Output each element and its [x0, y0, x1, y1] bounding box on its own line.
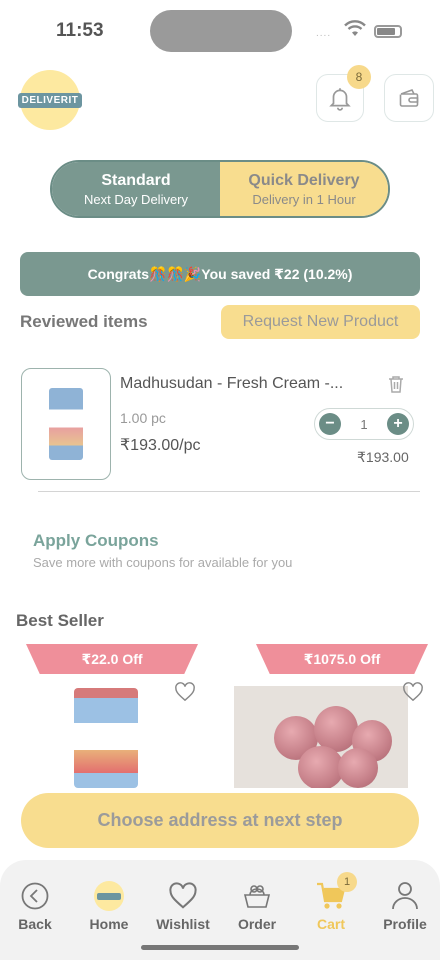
- cart-item-image[interactable]: [21, 368, 111, 480]
- product-card[interactable]: ₹22.0 Off: [6, 642, 210, 788]
- decrease-quantity-button[interactable]: −: [319, 413, 341, 435]
- status-time: 11:53: [56, 20, 104, 41]
- signal-icon: ....: [316, 28, 332, 39]
- nav-wishlist[interactable]: Wishlist: [148, 880, 218, 932]
- divider: [38, 491, 420, 492]
- home-logo-icon: [94, 881, 124, 911]
- request-new-product-button[interactable]: Request New Product: [221, 305, 420, 339]
- nav-cart[interactable]: 1 Cart: [296, 872, 366, 932]
- back-arrow-icon: [21, 882, 49, 910]
- discount-tag: ₹1075.0 Off: [256, 644, 428, 674]
- standard-delivery-option[interactable]: Standard Next Day Delivery: [52, 162, 220, 216]
- discount-tag: ₹22.0 Off: [26, 644, 198, 674]
- cart-item-name[interactable]: Madhusudan - Fresh Cream -...: [120, 375, 343, 393]
- savings-banner: Congrats🎊🎊🎉You saved ₹22 (10.2%): [20, 252, 420, 296]
- home-indicator: [141, 945, 299, 950]
- quick-delivery-title: Quick Delivery: [248, 171, 360, 189]
- cart-count-badge: 1: [337, 872, 357, 892]
- cart-item-total: ₹193.00: [357, 449, 409, 465]
- app-logo[interactable]: DELIVERIT: [17, 70, 83, 130]
- bell-icon: [329, 88, 351, 111]
- heart-icon: [169, 882, 197, 909]
- nav-back-label: Back: [18, 916, 52, 932]
- person-icon: [392, 882, 418, 910]
- apply-coupons-link[interactable]: Apply Coupons: [33, 531, 159, 551]
- battery-icon: [374, 25, 402, 38]
- wallet-button[interactable]: [384, 74, 434, 122]
- cart-item-unit-price: ₹193.00/pc: [120, 437, 201, 454]
- nav-cart-label: Cart: [316, 916, 345, 932]
- reviewed-items-title: Reviewed items: [20, 312, 148, 331]
- nav-profile[interactable]: Profile: [370, 880, 440, 932]
- wifi-icon: [344, 20, 366, 36]
- quantity-stepper: − 1 +: [314, 408, 414, 440]
- wishlist-heart-icon[interactable]: [402, 682, 424, 702]
- cart-item-unit-quantity: 1.00 pc: [120, 410, 166, 426]
- choose-address-button[interactable]: Choose address at next step: [21, 793, 419, 848]
- standard-delivery-subtitle: Next Day Delivery: [83, 191, 189, 207]
- quick-delivery-subtitle: Delivery in 1 Hour: [252, 191, 356, 207]
- delete-icon[interactable]: [387, 374, 405, 394]
- increase-quantity-button[interactable]: +: [386, 413, 409, 435]
- notification-badge: 8: [347, 65, 371, 89]
- nav-home-label: Home: [89, 916, 129, 932]
- nav-home[interactable]: Home: [74, 880, 144, 932]
- status-bar: 11:53 ....: [0, 0, 440, 64]
- fresh-cream-pack-image: [49, 388, 83, 460]
- nav-profile-label: Profile: [383, 916, 427, 932]
- product-card[interactable]: ₹1075.0 Off: [234, 642, 438, 788]
- standard-delivery-title: Standard: [101, 171, 171, 189]
- coupons-subtitle: Save more with coupons for available for…: [33, 555, 293, 570]
- nav-back[interactable]: Back: [0, 880, 70, 932]
- logo-text: DELIVERIT: [17, 92, 83, 108]
- quantity-value: 1: [360, 416, 368, 432]
- best-seller-title: Best Seller: [16, 611, 104, 630]
- nav-order[interactable]: Order: [222, 880, 292, 932]
- nav-wishlist-label: Wishlist: [156, 916, 210, 932]
- dynamic-island: [150, 10, 292, 52]
- wallet-icon: [399, 89, 419, 107]
- onion-product-image: [234, 686, 408, 788]
- fresh-cream-product-image: [74, 688, 138, 788]
- nav-order-label: Order: [237, 916, 277, 932]
- basket-icon: [243, 885, 271, 908]
- delivery-type-toggle: Standard Next Day Delivery Quick Deliver…: [50, 160, 390, 218]
- wishlist-heart-icon[interactable]: [174, 682, 196, 702]
- notifications-button[interactable]: 8: [316, 65, 371, 122]
- quick-delivery-option[interactable]: Quick Delivery Delivery in 1 Hour: [220, 162, 388, 216]
